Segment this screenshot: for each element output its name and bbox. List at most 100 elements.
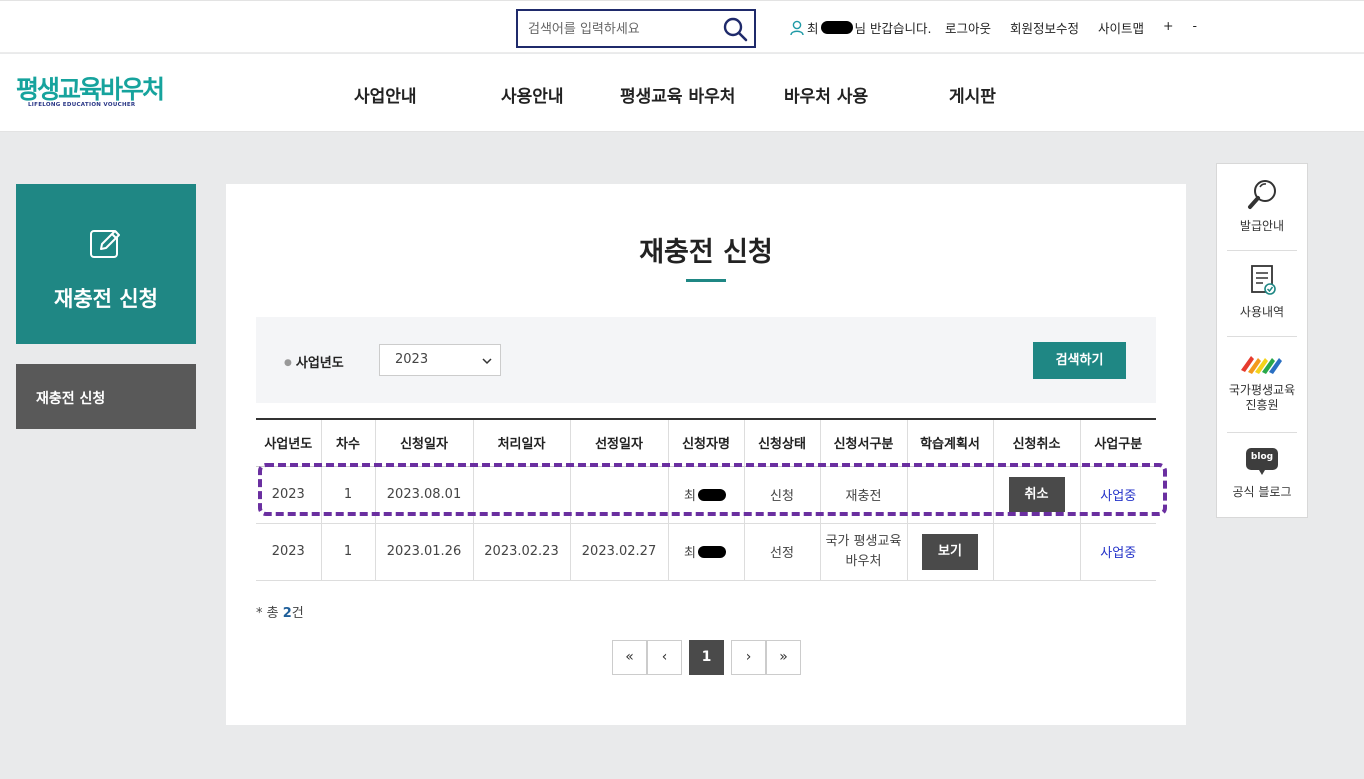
- total-prefix: * 총: [256, 606, 283, 621]
- year-select-value: 2023: [395, 352, 429, 367]
- cell-applicant: 최: [667, 523, 744, 581]
- logout-link[interactable]: 로그아웃: [945, 18, 991, 37]
- cell-plan: [906, 466, 993, 524]
- quick-item-issue-guide[interactable]: 발급안내: [1225, 178, 1299, 234]
- search-box: [516, 9, 756, 48]
- applicant-name: 최: [684, 489, 696, 504]
- cell-round: 1: [320, 523, 375, 581]
- cell-cancel: [992, 523, 1080, 581]
- zoom-in-button[interactable]: +: [1163, 18, 1173, 37]
- first-page-button[interactable]: «: [612, 640, 647, 675]
- edit-icon: [89, 227, 123, 265]
- blog-icon: blog: [1245, 446, 1279, 476]
- cell-status: 선정: [743, 523, 820, 581]
- last-page-button[interactable]: »: [766, 640, 801, 675]
- sidebar-item-recharge[interactable]: 재충전 신청: [16, 364, 196, 429]
- table-header: 차수: [320, 418, 375, 467]
- category-link[interactable]: 사업중: [1100, 489, 1136, 504]
- title-underline: [686, 279, 726, 282]
- cell-category: 사업중: [1079, 523, 1156, 581]
- table-header: 처리일자: [472, 418, 570, 467]
- table-header: 신청취소: [992, 418, 1080, 467]
- nile-logo-icon: [1239, 356, 1285, 383]
- search-icon[interactable]: [722, 16, 748, 42]
- redacted-name: [820, 21, 853, 34]
- sitemap-link[interactable]: 사이트맵: [1098, 18, 1144, 37]
- quick-item-label: 사용내역: [1239, 305, 1285, 319]
- quick-item-label: 발급안내: [1239, 219, 1285, 233]
- document-check-icon: [1247, 265, 1277, 301]
- table-row: 2023 1 2023.01.26 2023.02.23 2023.02.27 …: [256, 523, 1156, 581]
- cell-status: 신청: [743, 466, 820, 524]
- divider: [1227, 432, 1297, 433]
- utility-links: 로그아웃 회원정보수정 사이트맵 + -: [945, 18, 1216, 37]
- user-greeting: 최 님 반갑습니다.: [790, 18, 931, 37]
- cell-category: 사업중: [1079, 466, 1156, 524]
- nav-business-info[interactable]: 사업안내: [354, 82, 417, 107]
- blog-badge-text: blog: [1250, 452, 1274, 462]
- main-header: 평생교육바우처 LIFELONG EDUCATION VOUCHER 사업안내 …: [0, 54, 1364, 132]
- cell-year: 2023: [256, 523, 321, 581]
- quick-menu: 발급안내 사용내역 국가평생교육 진흥원 blog 공식 블로그: [1216, 163, 1308, 518]
- cell-round: 1: [320, 466, 375, 524]
- nav-voucher-use[interactable]: 바우처 사용: [784, 82, 868, 107]
- table-header-row: 사업년도 차수 신청일자 처리일자 선정일자 신청자명 신청상태 신청서구분 학…: [256, 418, 1156, 467]
- quick-item-usage-history[interactable]: 사용내역: [1225, 264, 1299, 320]
- quick-item-nile[interactable]: 국가평생교육 진흥원: [1225, 350, 1299, 413]
- prev-page-button[interactable]: ‹: [647, 640, 682, 675]
- table-header: 사업년도: [256, 418, 321, 467]
- quick-item-blog[interactable]: blog 공식 블로그: [1225, 446, 1299, 500]
- cell-year: 2023: [256, 466, 321, 524]
- table-header: 신청상태: [743, 418, 820, 467]
- cell-process-date: [472, 466, 570, 524]
- category-link[interactable]: 사업중: [1100, 546, 1136, 561]
- logo-text: 평생교육바우처: [16, 75, 165, 104]
- quick-item-label: 국가평생교육 진흥원: [1228, 383, 1296, 412]
- zoom-out-button[interactable]: -: [1193, 18, 1198, 37]
- applicant-name: 최: [684, 546, 696, 561]
- filter-label: ● 사업년도: [284, 356, 344, 371]
- site-logo[interactable]: 평생교육바우처 LIFELONG EDUCATION VOUCHER: [16, 75, 165, 109]
- cell-plan: 보기: [906, 523, 993, 581]
- table-header: 신청일자: [374, 418, 473, 467]
- cell-type: 재충전: [819, 466, 907, 524]
- page-button-current[interactable]: 1: [689, 640, 724, 675]
- filter-label-text: 사업년도: [295, 356, 344, 371]
- cell-process-date: 2023.02.23: [472, 523, 570, 581]
- search-input[interactable]: [528, 19, 718, 39]
- total-number: 2: [282, 606, 292, 621]
- divider: [1227, 250, 1297, 251]
- nav-voucher[interactable]: 평생교육 바우처: [620, 82, 735, 107]
- divider: [1227, 336, 1297, 337]
- total-suffix: 건: [291, 606, 304, 621]
- cell-select-date: [569, 466, 668, 524]
- table-header: 신청자명: [667, 418, 744, 467]
- year-select[interactable]: 2023: [379, 344, 501, 376]
- view-plan-button[interactable]: 보기: [922, 533, 978, 570]
- cancel-button[interactable]: 취소: [1008, 477, 1065, 512]
- main-content: 재충전 신청 ● 사업년도 2023 검색하기 사업년도 차수 신청일자 처리일자…: [226, 184, 1186, 725]
- cell-applicant: 최: [667, 466, 744, 524]
- total-count: * 총 2건: [256, 602, 304, 621]
- cell-apply-date: 2023.08.01: [374, 466, 473, 524]
- table-row: 2023 1 2023.08.01 최 신청 재충전 취소 사업중: [256, 466, 1156, 524]
- application-table: 사업년도 차수 신청일자 처리일자 선정일자 신청자명 신청상태 신청서구분 학…: [256, 418, 1156, 581]
- table-header: 사업구분: [1079, 418, 1156, 467]
- cell-apply-date: 2023.01.26: [374, 523, 473, 581]
- quick-item-label: 공식 블로그: [1232, 485, 1292, 499]
- page-title: 재충전 신청: [639, 237, 773, 268]
- nav-usage-guide[interactable]: 사용안내: [501, 82, 564, 107]
- next-page-button[interactable]: ›: [731, 640, 766, 675]
- search-button[interactable]: 검색하기: [1033, 342, 1126, 379]
- cell-cancel: 취소: [992, 466, 1080, 524]
- cell-type: 국가 평생교육 바우처: [819, 523, 907, 581]
- magnifier-icon: [1246, 180, 1278, 215]
- edit-profile-link[interactable]: 회원정보수정: [1010, 18, 1079, 37]
- table-header: 선정일자: [569, 418, 668, 467]
- pagination: « ‹ 1 › »: [612, 640, 801, 675]
- nav-board[interactable]: 게시판: [949, 82, 996, 107]
- chevron-down-icon: [482, 355, 492, 370]
- sidebar-title-box: 재충전 신청: [16, 184, 196, 344]
- user-name-prefix: 최: [807, 21, 819, 36]
- table-header: 학습계획서: [906, 418, 993, 467]
